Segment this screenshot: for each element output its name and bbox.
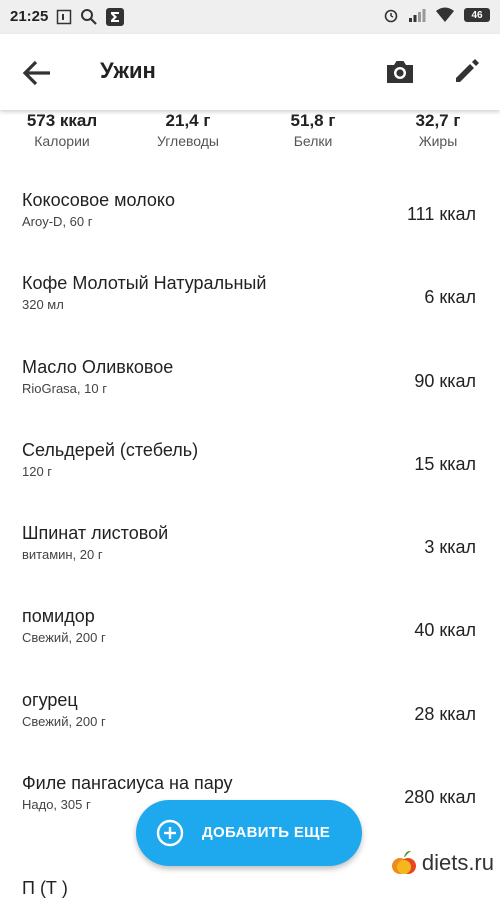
- food-name: Масло Оливковое: [22, 356, 174, 377]
- food-detail: Свежий, 200 г: [22, 630, 106, 646]
- food-item[interactable]: огурец Свежий, 200 г 28 ккал: [0, 654, 500, 737]
- food-detail: Свежий, 200 г: [22, 713, 106, 729]
- food-calories: 15 ккал: [414, 453, 476, 474]
- food-detail: 320 мл: [22, 297, 64, 313]
- food-calories: 111 ккал: [406, 204, 476, 224]
- food-name: Кокосовое молоко: [22, 190, 175, 210]
- food-item[interactable]: помидор Свежий, 200 г 40 ккал: [0, 570, 500, 653]
- page-title: Ужин: [100, 58, 156, 83]
- food-item[interactable]: Кофе Молотый Натуральный 320 мл 6 ккал: [0, 237, 500, 320]
- add-circle-icon: [156, 819, 184, 847]
- food-item[interactable]: Шпинат листовой витамин, 20 г 3 ккал: [0, 487, 500, 570]
- add-more-button[interactable]: ДОБАВИТЬ ЕЩЕ: [136, 800, 362, 866]
- status-left-icons: [56, 8, 124, 26]
- summary-label: Углеводы: [156, 133, 219, 149]
- app-bar: Ужин: [0, 34, 500, 110]
- status-right-icons: 46: [383, 7, 490, 23]
- food-calories: 90 ккал: [414, 370, 476, 391]
- food-detail: витамин, 20 г: [22, 547, 103, 563]
- food-item[interactable]: Кокосовое молоко Aroy-D, 60 г 111 ккал: [0, 154, 500, 237]
- food-detail: Надо, 305 г: [22, 797, 91, 813]
- food-item[interactable]: Масло Оливковое RioGrasa, 10 г 90 ккал: [0, 321, 500, 404]
- wifi-icon: [436, 7, 454, 22]
- summary-value: 573 ккал: [26, 111, 98, 130]
- food-name: Сельдерей (стебель): [22, 439, 199, 460]
- signal-icon: [409, 9, 426, 22]
- food-item[interactable]: Сельдерей (стебель) 120 г 15 ккал: [0, 404, 500, 487]
- food-name: Филе пангасиуса на пару: [22, 773, 233, 794]
- food-calories: 28 ккал: [414, 703, 476, 724]
- watermark: diets.ru: [390, 848, 494, 878]
- summary-label: Жиры: [418, 133, 458, 149]
- summary-value: 21,4 г: [165, 111, 211, 130]
- status-bar: 21:25 46: [0, 0, 500, 34]
- food-detail: 120 г: [22, 463, 53, 479]
- sigma-app-icon: [106, 8, 124, 26]
- food-calories: 40 ккал: [414, 620, 476, 641]
- food-name: Шпинат листовой: [22, 523, 169, 544]
- food-name: помидор: [22, 606, 95, 627]
- summary-calories: 573 ккал Калории: [2, 110, 122, 150]
- apple-logo-icon: [391, 850, 416, 874]
- watermark-text: diets.ru: [421, 850, 494, 875]
- summary-label: Калории: [34, 133, 90, 149]
- back-arrow-icon[interactable]: [20, 58, 54, 88]
- edit-pencil-icon[interactable]: [452, 56, 482, 86]
- battery-icon: 46: [464, 8, 490, 22]
- food-name: огурец: [22, 689, 78, 710]
- summary-label: Белки: [293, 133, 333, 149]
- summary-carbs: 21,4 г Углеводы: [128, 110, 248, 150]
- food-calories: 3 ккал: [424, 537, 476, 558]
- add-more-label: ДОБАВИТЬ ЕЩЕ: [202, 824, 331, 841]
- food-list: Кокосовое молоко Aroy-D, 60 г 111 ккал К…: [0, 154, 500, 820]
- food-detail: RioGrasa, 10 г: [22, 380, 107, 396]
- nutrition-summary: 573 ккал Калории 21,4 г Углеводы 51,8 г …: [0, 110, 500, 154]
- food-calories: 280 ккал: [404, 787, 476, 808]
- status-time: 21:25: [10, 8, 49, 25]
- alarm-icon: [384, 9, 398, 23]
- food-name: Кофе Молотый Натуральный: [22, 273, 267, 294]
- sim-notification-icon: [56, 9, 72, 25]
- summary-value: 51,8 г: [290, 111, 336, 130]
- summary-protein: 51,8 г Белки: [253, 110, 373, 150]
- search-icon: [81, 9, 97, 25]
- summary-value: 32,7 г: [415, 111, 461, 130]
- food-calories: 6 ккал: [424, 287, 476, 308]
- food-detail: Aroy-D, 60 г: [22, 214, 93, 229]
- camera-icon[interactable]: [384, 56, 416, 88]
- summary-fat: 32,7 г Жиры: [378, 110, 498, 150]
